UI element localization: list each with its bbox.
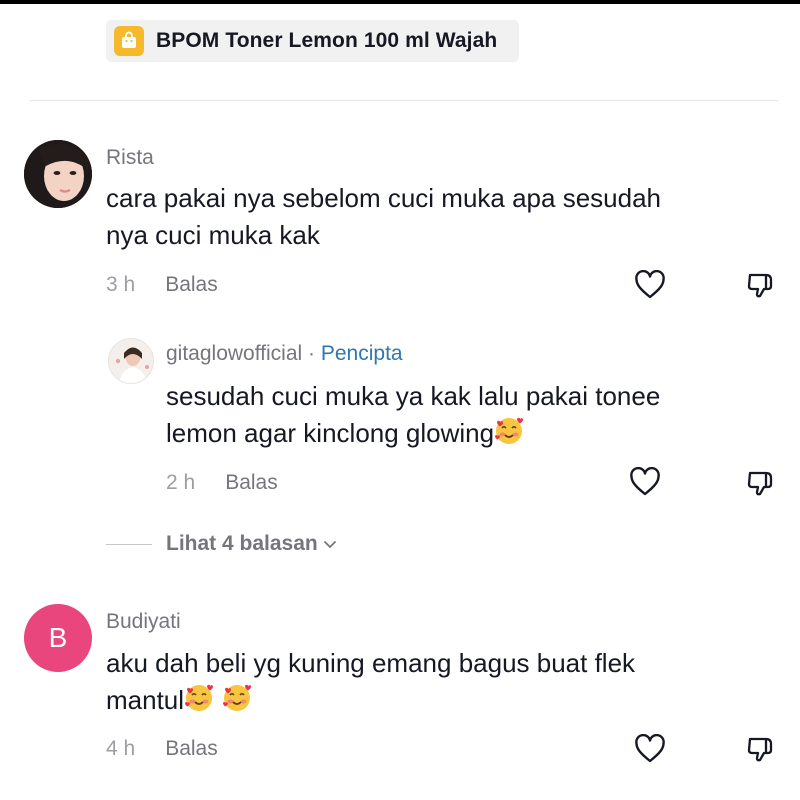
view-replies-line [106,543,152,545]
creator-avatar[interactable] [108,338,154,384]
reply-text-line: sesudah cuci muka ya kak lalu pakai tone… [166,381,661,411]
reply-time: 2 h [166,471,196,494]
dislike-icon[interactable] [744,268,778,302]
username-separator: · [302,342,321,365]
comment-text: aku dah beli yg kuning emang bagus buat … [106,645,635,719]
smiling-face-with-hearts-icon [222,683,252,713]
reply-text: sesudah cuci muka ya kak lalu pakai tone… [166,378,660,452]
comment-username[interactable]: Rista [106,146,154,170]
reply-username[interactable]: gitaglowofficial · Pencipta [166,342,403,366]
reply-text-line: lemon agar kinclong glowing [166,418,495,448]
avatar-letter: B [48,622,68,653]
creator-badge: Pencipta [320,342,403,365]
product-link[interactable]: BPOM Toner Lemon 100 ml Wajah [106,20,520,62]
chevron-down-icon [322,536,338,552]
like-icon[interactable] [633,268,667,302]
view-replies-label: Lihat 4 balasan [166,532,318,555]
reply-username-text: gitaglowofficial [166,342,303,365]
smiling-face-with-hearts-icon [494,416,524,446]
reply-meta: 2 h Balas [166,471,278,495]
user-avatar[interactable]: B [24,604,92,672]
like-icon[interactable] [628,465,662,499]
comment-meta: 4 h Balas [106,737,218,761]
comment-text-line: aku dah beli yg kuning emang bagus buat … [106,648,636,678]
dislike-icon[interactable] [744,466,778,500]
comment-text-line-2: mantul [106,682,635,719]
reply-button[interactable]: Balas [225,471,278,495]
product-name: BPOM Toner Lemon 100 ml Wajah [156,29,498,52]
shopping-bag-icon [114,26,144,56]
comment-username[interactable]: Budiyati [106,610,181,634]
like-icon[interactable] [633,732,667,766]
view-replies-button[interactable]: Lihat 4 balasan [106,532,338,556]
comment-text-line: cara pakai nya sebelom cuci muka apa ses… [106,183,661,213]
comment-meta: 3 h Balas [106,273,218,297]
dislike-icon[interactable] [744,732,778,766]
comment-text: cara pakai nya sebelom cuci muka apa ses… [106,180,661,254]
comment-time: 3 h [106,273,136,296]
top-edge [0,0,800,4]
smiling-face-with-hearts-icon [184,683,214,713]
comment-text-line: nya cuci muka kak [106,220,320,250]
user-avatar[interactable] [24,140,92,208]
divider [30,100,778,101]
reply-button[interactable]: Balas [165,273,218,297]
comment-time: 4 h [106,737,136,760]
reply-text-line-2: lemon agar kinclong glowing [166,415,660,452]
comment-text-line: mantul [106,685,185,715]
reply-button[interactable]: Balas [165,737,218,761]
